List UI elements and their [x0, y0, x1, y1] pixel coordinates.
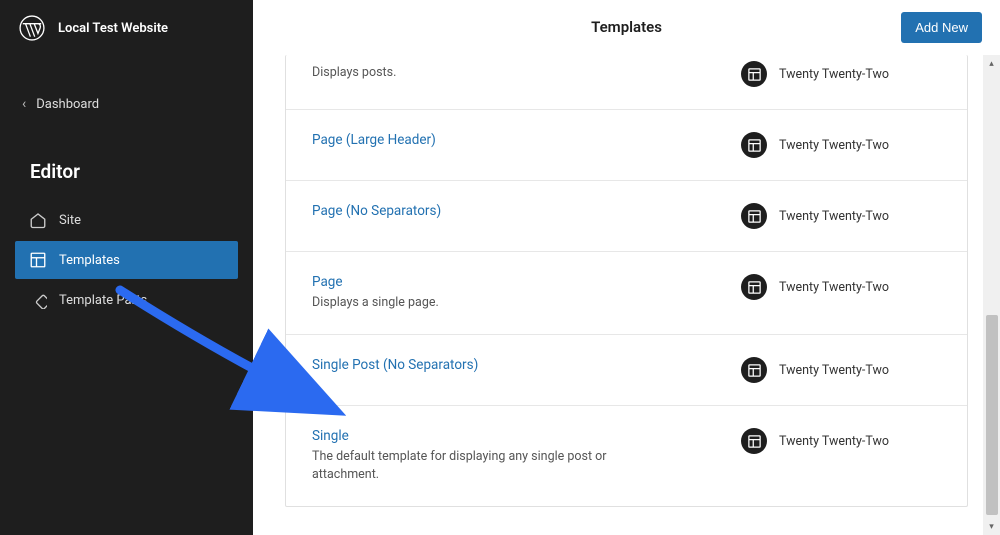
- theme-layout-icon: [741, 203, 767, 229]
- template-description: Displays posts.: [312, 65, 396, 80]
- top-bar: Templates Add New: [253, 0, 1000, 55]
- sidebar-header: Local Test Website: [0, 0, 253, 56]
- main-content: Templates Add New Displays posts. Twenty…: [253, 0, 1000, 535]
- site-title: Local Test Website: [58, 21, 168, 36]
- theme-name: Twenty Twenty-Two: [779, 363, 889, 378]
- vertical-scrollbar[interactable]: ▴ ▾: [983, 55, 1000, 535]
- sidebar: Local Test Website ‹ Dashboard Editor Si…: [0, 0, 253, 535]
- template-link-page[interactable]: Page: [312, 274, 741, 290]
- theme-name: Twenty Twenty-Two: [779, 209, 889, 224]
- theme-layout-icon: [741, 274, 767, 300]
- theme-name: Twenty Twenty-Two: [779, 67, 889, 82]
- template-row: Displays posts. Twenty Twenty-Two: [286, 55, 967, 110]
- nav-label: Templates: [59, 253, 120, 268]
- theme-layout-icon: [741, 132, 767, 158]
- theme-layout-icon: [741, 428, 767, 454]
- back-label: Dashboard: [36, 97, 99, 112]
- template-row: Page Displays a single page. Twenty Twen…: [286, 252, 967, 335]
- nav-item-site[interactable]: Site: [15, 201, 238, 239]
- template-row: Page (No Separators) Twenty Twenty-Two: [286, 181, 967, 252]
- home-icon: [29, 211, 51, 229]
- scroll-up-icon[interactable]: ▴: [983, 55, 1000, 72]
- template-row: Single The default template for displayi…: [286, 406, 967, 506]
- chevron-left-icon: ‹: [22, 96, 26, 112]
- template-link-page-large-header[interactable]: Page (Large Header): [312, 132, 741, 148]
- theme-name: Twenty Twenty-Two: [779, 434, 889, 449]
- template-link-single-post-no-separators[interactable]: Single Post (No Separators): [312, 357, 741, 373]
- diamond-icon: [29, 291, 51, 309]
- template-link-page-no-separators[interactable]: Page (No Separators): [312, 203, 741, 219]
- content-area: Displays posts. Twenty Twenty-Two Page (…: [253, 55, 1000, 507]
- nav-list: Site Templates Template Parts: [0, 201, 253, 319]
- template-link-single[interactable]: Single: [312, 428, 741, 444]
- template-row: Single Post (No Separators) Twenty Twent…: [286, 335, 967, 406]
- scroll-down-icon[interactable]: ▾: [983, 518, 1000, 535]
- nav-item-templates[interactable]: Templates: [15, 241, 238, 279]
- editor-heading: Editor: [0, 160, 253, 183]
- template-row: Page (Large Header) Twenty Twenty-Two: [286, 110, 967, 181]
- theme-name: Twenty Twenty-Two: [779, 138, 889, 153]
- page-title: Templates: [591, 18, 662, 36]
- template-description: Displays a single page.: [312, 294, 632, 312]
- template-list: Displays posts. Twenty Twenty-Two Page (…: [285, 55, 968, 507]
- nav-label: Site: [59, 213, 81, 228]
- wordpress-logo-icon[interactable]: [18, 14, 46, 42]
- template-description: The default template for displaying any …: [312, 448, 632, 484]
- scroll-thumb[interactable]: [986, 315, 998, 515]
- layout-icon: [29, 251, 51, 269]
- back-to-dashboard[interactable]: ‹ Dashboard: [0, 84, 253, 124]
- theme-layout-icon: [741, 61, 767, 87]
- nav-item-template-parts[interactable]: Template Parts: [15, 281, 238, 319]
- add-new-button[interactable]: Add New: [901, 12, 982, 43]
- theme-layout-icon: [741, 357, 767, 383]
- nav-label: Template Parts: [59, 293, 147, 308]
- theme-name: Twenty Twenty-Two: [779, 280, 889, 295]
